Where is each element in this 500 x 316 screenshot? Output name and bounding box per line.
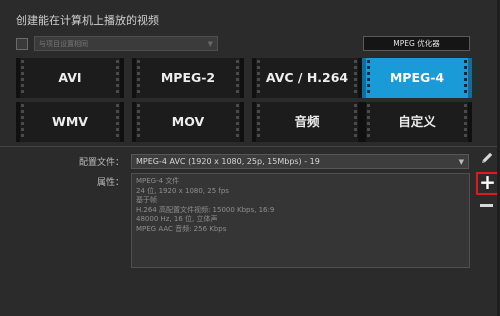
format-tile-mpeg2[interactable]: MPEG-2 (132, 58, 244, 98)
page-title: 创建能在计算机上播放的视频 (16, 14, 159, 27)
format-tile-avi[interactable]: AVI (16, 58, 124, 98)
mpeg-optimizer-button[interactable]: MPEG 优化器 (363, 36, 470, 51)
property-line: H.264 高配置文件视频: 15000 Kbps, 16:9 (136, 205, 275, 214)
format-grid: AVI MPEG-2 AVC / H.264 MPEG-4 WMV MOV 音频… (16, 58, 472, 142)
property-line: MPEG AAC 音频: 256 Kbps (136, 224, 227, 233)
format-tile-custom[interactable]: 自定义 (362, 102, 472, 142)
format-tile-audio[interactable]: 音频 (252, 102, 362, 142)
chevron-down-icon: ▼ (207, 40, 213, 48)
chevron-down-icon: ▼ (458, 158, 464, 166)
properties-box: MPEG-4 文件 24 位, 1920 x 1080, 25 fps 基于帧 … (131, 173, 470, 268)
property-line: MPEG-4 文件 (136, 177, 180, 185)
plus-icon: + (479, 170, 496, 194)
profile-select-value: MPEG-4 AVC (1920 x 1080, 25p, 15Mbps) - … (136, 157, 320, 166)
match-project-checkbox[interactable] (16, 38, 28, 50)
format-tile-mov[interactable]: MOV (132, 102, 244, 142)
match-project-select-value: 与项目设置相同 (39, 40, 88, 48)
format-tile-avc-h264[interactable]: AVC / H.264 (252, 58, 362, 98)
property-line: 基于帧 (136, 196, 157, 204)
format-tile-mpeg4[interactable]: MPEG-4 (362, 58, 472, 98)
property-line: 24 位, 1920 x 1080, 25 fps (136, 186, 229, 195)
properties-label: 属性： (96, 178, 124, 188)
match-project-select[interactable]: 与项目设置相同 ▼ (34, 36, 218, 51)
property-line: 48000 Hz, 16 位, 立体声 (136, 215, 218, 223)
profile-select[interactable]: MPEG-4 AVC (1920 x 1080, 25p, 15Mbps) - … (131, 154, 469, 169)
section-divider (0, 146, 500, 147)
profile-label: 配置文件： (78, 158, 124, 168)
pencil-icon[interactable] (478, 150, 496, 168)
add-profile-button[interactable]: + (476, 172, 499, 195)
minus-icon[interactable] (480, 204, 493, 207)
format-tile-wmv[interactable]: WMV (16, 102, 124, 142)
